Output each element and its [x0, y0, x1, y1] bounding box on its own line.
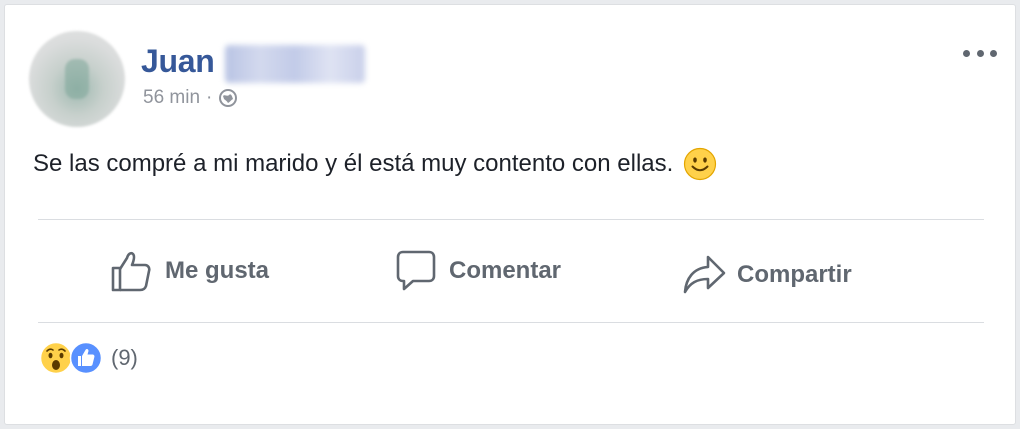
author-avatar[interactable] [29, 31, 125, 127]
like-icon[interactable] [69, 341, 103, 375]
comment-icon [396, 250, 436, 291]
share-icon [683, 255, 726, 294]
post-card: Juan 56 min · Se las compré a mi marido … [4, 4, 1016, 425]
post-text: Se las compré a mi marido y él está muy … [33, 150, 674, 177]
globe-icon[interactable] [218, 88, 238, 108]
meta-separator: · [206, 87, 213, 108]
thumbs-up-icon [111, 251, 151, 292]
comment-label: Comentar [449, 257, 562, 284]
divider-bottom [38, 322, 984, 323]
redacted-surname [225, 45, 365, 83]
reactions-bar[interactable]: (9) [39, 341, 138, 375]
comment-button[interactable]: Comentar [393, 241, 561, 301]
smile-icon [684, 147, 717, 181]
post-timestamp[interactable]: 56 min [143, 87, 200, 109]
post-meta: 56 min · [143, 87, 238, 109]
reaction-count[interactable]: (9) [111, 345, 138, 371]
author-name[interactable]: Juan [141, 43, 215, 80]
like-label: Me gusta [165, 257, 270, 284]
post-body: Se las compré a mi marido y él está muy … [33, 147, 717, 181]
wow-icon[interactable] [39, 341, 73, 375]
divider-top [38, 219, 984, 220]
share-button[interactable]: Compartir [681, 245, 852, 305]
share-label: Compartir [737, 261, 852, 288]
more-options-icon[interactable] [963, 45, 997, 61]
like-button[interactable]: Me gusta [109, 241, 269, 301]
